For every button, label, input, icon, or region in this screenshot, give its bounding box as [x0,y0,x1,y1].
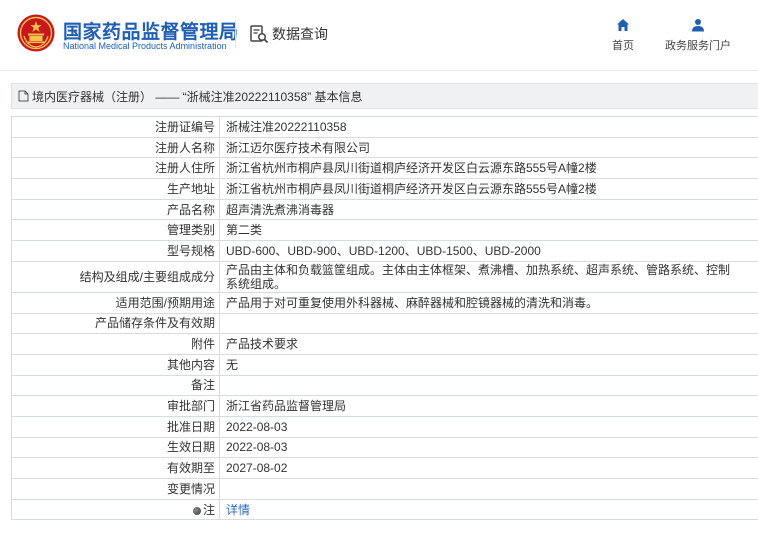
field-value: 2022-08-03 [219,415,758,438]
details-link[interactable]: 详情 [219,498,758,521]
field-value: UBD-600、UBD-900、UBD-1200、UBD-1500、UBD-20… [219,240,758,262]
field-label: 注 [202,502,215,517]
field-label: 备注 [11,374,220,397]
field-label: 批准日期 [11,415,220,438]
table-row: 备注 [11,374,758,397]
field-value: 第二类 [219,219,758,242]
table-row: 适用范围/预期用途 产品用于对可重复使用外科器械、麻醉器械和腔镜器械的清洗和消毒。 [11,291,758,314]
field-value [219,478,758,500]
nav-home[interactable]: 首页 [612,18,634,53]
field-label: 审批部门 [11,395,220,417]
field-value: 2022-08-03 [219,436,758,459]
note-label-cell: 注 [11,498,220,521]
breadcrumb: 境内医疗器械（注册） —— “浙械注准20222110358” 基本信息 [11,83,758,109]
breadcrumb-text: 境内医疗器械（注册） —— “浙械注准20222110358” 基本信息 [32,89,363,104]
table-row: 注册人名称 浙江迈尔医疗技术有限公司 [11,136,758,159]
field-value: 浙械注准20222110358 [219,116,758,138]
table-row: 产品储存条件及有效期 [11,312,758,335]
table-row: 生产地址 浙江省杭州市桐庐县凤川街道桐庐经济开发区白云源东路555号A幢2楼 [11,178,758,200]
nav-service-portal[interactable]: 政务服务门户 [665,18,731,53]
user-icon [692,19,704,32]
table-row: 结构及组成/主要组成成分 产品由主体和负载篮筐组成。主体由主体框架、煮沸槽、加热系… [11,260,758,293]
field-label: 产品名称 [11,198,220,221]
brand-subtitle: National Medical Products Administration [63,41,227,51]
field-label: 管理类别 [11,219,220,242]
field-value: 超声清洗煮沸消毒器 [219,198,758,221]
field-value: 产品技术要求 [219,333,758,355]
field-label: 注册人住所 [11,157,220,180]
document-icon [18,90,29,102]
nav-home-label: 首页 [612,40,634,52]
registration-info-table: 注册证编号 浙械注准20222110358 注册人名称 浙江迈尔医疗技术有限公司 注… [11,116,758,521]
table-row: 审批部门 浙江省药品监督管理局 [11,395,758,417]
field-value: 产品由主体和负载篮筐组成。主体由主体框架、煮沸槽、加热系统、超声系统、管路系统、… [219,260,758,293]
field-label: 产品储存条件及有效期 [11,312,220,335]
field-value [219,374,758,397]
field-label: 注册人名称 [11,136,220,159]
field-value [219,312,758,335]
table-row: 注 详情 [11,498,758,521]
field-label: 附件 [11,333,220,355]
field-label: 有效期至 [11,457,220,479]
table-row: 有效期至 2027-08-02 [11,457,758,479]
header-divider [235,20,236,48]
document-search-icon [250,25,269,44]
table-row: 注册人住所 浙江省杭州市桐庐县凤川街道桐庐经济开发区白云源东路555号A幢2楼 [11,157,758,180]
nav-service-portal-label: 政务服务门户 [665,40,731,52]
note-icon [192,506,201,515]
table-row: 管理类别 第二类 [11,219,758,242]
field-label: 其他内容 [11,353,220,376]
table-row: 产品名称 超声清洗煮沸消毒器 [11,198,758,221]
table-row: 注册证编号 浙械注准20222110358 [11,116,758,138]
field-value: 浙江迈尔医疗技术有限公司 [219,136,758,159]
data-query-label: 数据查询 [272,26,328,42]
home-icon [617,19,629,31]
table-row: 变更情况 [11,478,758,500]
table-row: 附件 产品技术要求 [11,333,758,355]
national-emblem-icon [17,14,55,52]
field-value: 浙江省药品监督管理局 [219,395,758,417]
site-header: 国家药品监督管理局 National Medical Products Admi… [0,0,758,70]
field-label: 变更情况 [11,478,220,500]
data-query-title: 数据查询 [249,24,328,44]
table-row: 批准日期 2022-08-03 [11,415,758,438]
table-row: 型号规格 UBD-600、UBD-900、UBD-1200、UBD-1500、UB… [11,240,758,262]
field-value: 2027-08-02 [219,457,758,479]
field-label: 适用范围/预期用途 [11,291,220,314]
field-label: 注册证编号 [11,116,220,138]
field-value: 浙江省杭州市桐庐县凤川街道桐庐经济开发区白云源东路555号A幢2楼 [219,157,758,180]
field-value: 产品用于对可重复使用外科器械、麻醉器械和腔镜器械的清洗和消毒。 [219,291,758,314]
table-row: 其他内容无 [11,353,758,376]
table-row: 生效日期 2022-08-03 [11,436,758,459]
brand-title[interactable]: 国家药品监督管理局 [63,17,239,44]
field-label: 生产地址 [11,178,220,200]
field-label: 生效日期 [11,436,220,459]
field-value: 无 [219,353,758,376]
field-value: 浙江省杭州市桐庐县凤川街道桐庐经济开发区白云源东路555号A幢2楼 [219,178,758,200]
header-rule [0,70,758,71]
field-label: 结构及组成/主要组成成分 [11,260,220,293]
field-label: 型号规格 [11,240,220,262]
